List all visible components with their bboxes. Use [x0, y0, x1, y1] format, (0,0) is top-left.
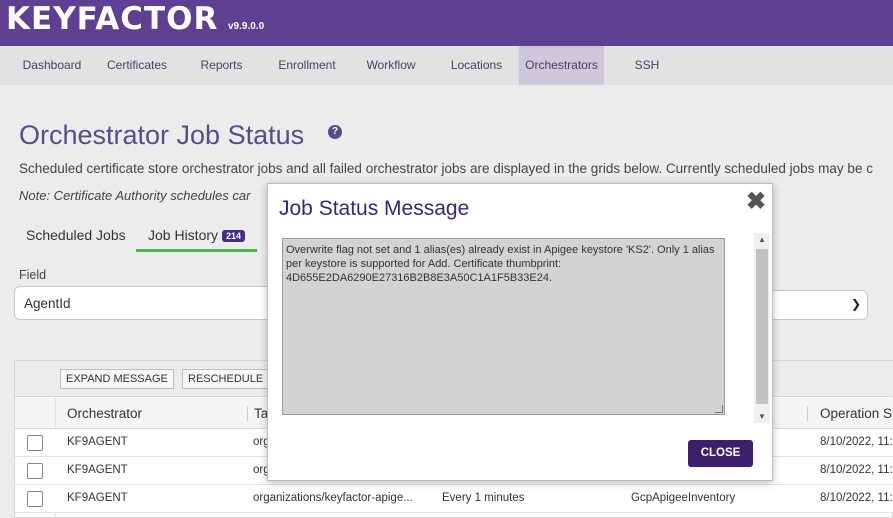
column-header-target[interactable]: Ta — [247, 406, 268, 421]
nav-locations[interactable]: Locations — [443, 46, 510, 85]
cell-orchestrator: KF9AGENT — [67, 464, 128, 476]
tab-label: Job History — [148, 227, 219, 243]
cell-operation: 8/10/2022, 11: — [820, 492, 893, 504]
cell-operation: 8/10/2022, 11: — [820, 436, 893, 448]
cell-target: organizations/keyfactor-apige... — [253, 492, 413, 504]
chevron-down-icon: ❯ — [850, 297, 861, 311]
scroll-down-icon[interactable]: ▼ — [758, 412, 766, 421]
page-note: Note: Certificate Authority schedules ca… — [19, 188, 251, 203]
top-bar: KEYFACTOR v9.9.0.0 — [0, 0, 893, 46]
tab-job-history[interactable]: Job History 214 — [136, 224, 258, 252]
cell-operation: 8/10/2022, 11: — [820, 464, 893, 476]
cell-job-type: GcpApigeeInventory — [631, 492, 736, 504]
column-header-orchestrator[interactable]: Orchestrator — [67, 406, 142, 421]
nav-certificates[interactable]: Certificates — [98, 46, 176, 85]
reschedule-button[interactable]: RESCHEDULE — [182, 369, 270, 389]
page-title: Orchestrator Job Status — [19, 120, 305, 150]
scroll-up-icon[interactable]: ▲ — [758, 235, 766, 244]
modal-scrollbar[interactable]: ▲ ▼ — [754, 233, 770, 423]
close-button[interactable]: CLOSE — [688, 440, 753, 467]
field-select[interactable]: AgentId — [14, 286, 274, 320]
status-message-text: Overwrite flag not set and 1 alias(es) a… — [286, 244, 715, 284]
job-status-modal: Job Status Message ✖ Overwrite flag not … — [267, 183, 773, 481]
nav-dashboard[interactable]: Dashboard — [14, 46, 90, 85]
tab-label: Scheduled Jobs — [26, 227, 126, 243]
cell-orchestrator: KF9AGENT — [67, 492, 128, 504]
main-nav: Dashboard Certificates Reports Enrollmen… — [0, 46, 893, 85]
column-header-operation[interactable]: Operation S — [807, 406, 892, 421]
comparison-select[interactable]: ❯ — [770, 290, 868, 320]
tab-scheduled-jobs[interactable]: Scheduled Jobs — [19, 224, 133, 252]
row-checkbox[interactable] — [27, 435, 43, 451]
nav-orchestrators[interactable]: Orchestrators — [519, 46, 604, 85]
expand-message-button[interactable]: EXPAND MESSAGE — [60, 369, 174, 389]
version-label: v9.9.0.0 — [228, 21, 265, 32]
job-count-badge: 214 — [222, 230, 246, 242]
nav-enrollment[interactable]: Enrollment — [270, 46, 344, 85]
row-checkbox[interactable] — [27, 463, 43, 479]
scroll-thumb[interactable] — [756, 249, 768, 404]
status-message-textarea[interactable]: Overwrite flag not set and 1 alias(es) a… — [282, 238, 725, 415]
resize-handle-icon[interactable] — [715, 405, 723, 413]
nav-workflow[interactable]: Workflow — [358, 46, 424, 85]
page-description: Scheduled certificate store orchestrator… — [19, 161, 873, 176]
keyfactor-logo[interactable]: KEYFACTOR — [6, 2, 218, 36]
modal-title: Job Status Message — [279, 197, 470, 220]
field-label: Field — [19, 268, 47, 282]
help-icon[interactable]: ? — [328, 125, 342, 139]
close-icon[interactable]: ✖ — [746, 190, 766, 214]
nav-reports[interactable]: Reports — [188, 46, 255, 85]
nav-ssh[interactable]: SSH — [625, 46, 669, 85]
row-checkbox[interactable] — [27, 491, 43, 507]
cell-schedule: Every 1 minutes — [442, 492, 525, 504]
table-row[interactable]: KF9AGENT organizations/keyfactor-apige..… — [15, 485, 893, 513]
cell-orchestrator: KF9AGENT — [67, 436, 128, 448]
